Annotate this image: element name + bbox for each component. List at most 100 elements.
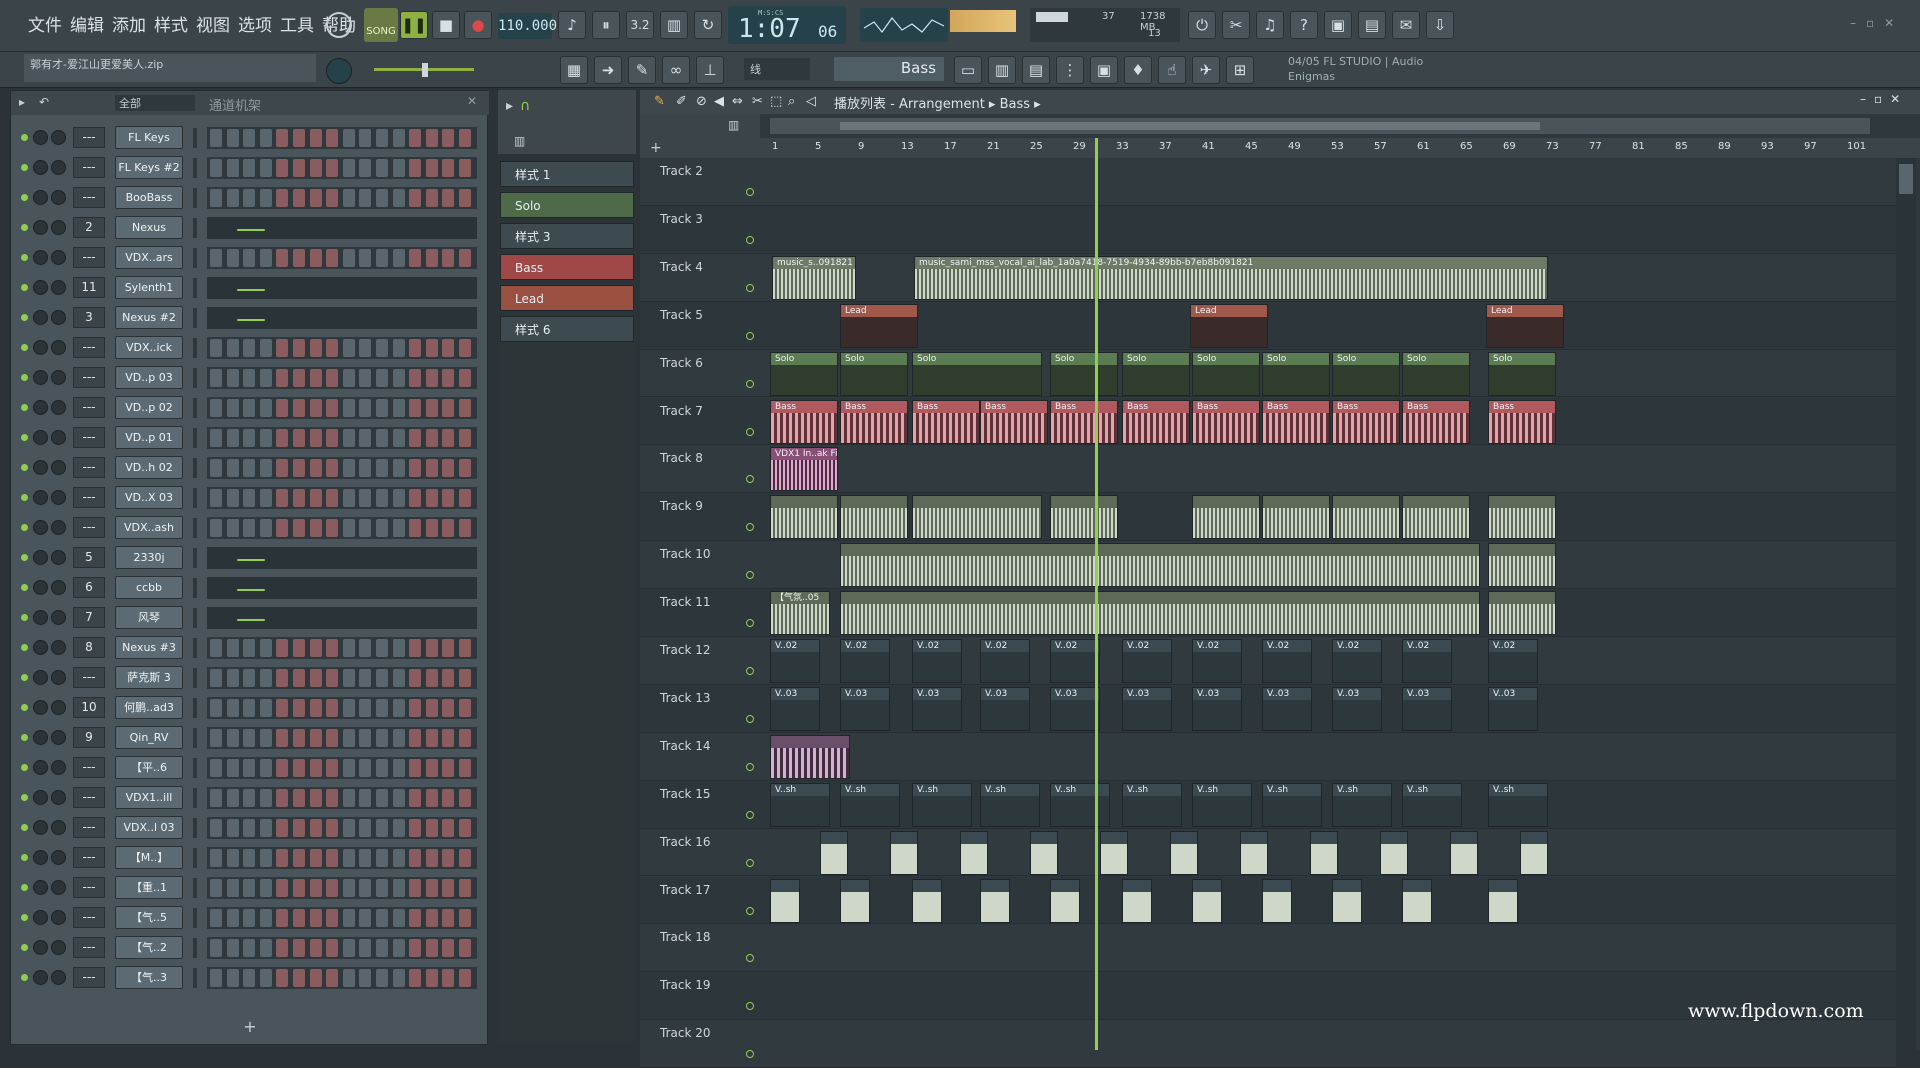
- step-sequence[interactable]: [207, 637, 477, 659]
- step-button[interactable]: [326, 129, 339, 147]
- step-button[interactable]: [243, 339, 256, 357]
- track-label[interactable]: Track 7: [660, 404, 760, 418]
- playlist-clip[interactable]: Bass: [980, 399, 1048, 444]
- magnet-icon[interactable]: ∩: [520, 98, 530, 114]
- step-button[interactable]: [210, 969, 222, 987]
- step-sequence[interactable]: [207, 547, 477, 569]
- step-button[interactable]: [226, 369, 239, 387]
- step-button[interactable]: [342, 429, 355, 447]
- playlist-clip[interactable]: V..sh: [770, 782, 830, 827]
- step-button[interactable]: [392, 159, 405, 177]
- channel-row[interactable]: --- VDX..l 03: [11, 813, 489, 843]
- mixer-route[interactable]: ---: [73, 907, 105, 928]
- channel-select-bar[interactable]: [193, 488, 197, 508]
- window-controls[interactable]: –▫✕: [1850, 16, 1904, 30]
- step-button[interactable]: [342, 939, 355, 957]
- step-button[interactable]: [243, 159, 256, 177]
- mixer-route[interactable]: ---: [73, 427, 105, 448]
- volume-knob[interactable]: [51, 460, 66, 475]
- mixer-route[interactable]: ---: [73, 127, 105, 148]
- volume-knob[interactable]: [51, 640, 66, 655]
- step-button[interactable]: [376, 909, 388, 927]
- volume-knob[interactable]: [51, 370, 66, 385]
- step-button[interactable]: [409, 669, 422, 687]
- track-label[interactable]: Track 2: [660, 164, 760, 178]
- channel-name-button[interactable]: VD..X 03: [115, 486, 183, 509]
- playlist-clip[interactable]: V..03: [840, 686, 890, 731]
- playlist-clip[interactable]: [770, 495, 838, 540]
- volume-knob[interactable]: [51, 190, 66, 205]
- step-button[interactable]: [226, 789, 239, 807]
- track-label[interactable]: Track 10: [660, 547, 760, 561]
- pan-knob[interactable]: [33, 550, 48, 565]
- playlist-clip[interactable]: music_s..091821: [772, 255, 856, 300]
- step-button[interactable]: [359, 189, 372, 207]
- step-button[interactable]: [259, 429, 272, 447]
- step-button[interactable]: [243, 909, 256, 927]
- step-button[interactable]: [409, 639, 422, 657]
- pan-knob[interactable]: [33, 430, 48, 445]
- volume-knob[interactable]: [51, 790, 66, 805]
- step-button[interactable]: [442, 849, 455, 867]
- step-button[interactable]: [243, 969, 256, 987]
- channel-select-bar[interactable]: [193, 458, 197, 478]
- pan-knob[interactable]: [33, 730, 48, 745]
- channel-select-bar[interactable]: [193, 908, 197, 928]
- step-button[interactable]: [259, 249, 272, 267]
- channel-led-icon[interactable]: [21, 284, 28, 291]
- track-label[interactable]: Track 20: [660, 1026, 760, 1040]
- step-button[interactable]: [326, 789, 339, 807]
- step-button[interactable]: [425, 789, 438, 807]
- step-button[interactable]: [342, 369, 355, 387]
- playlist-clip[interactable]: Bass: [840, 399, 908, 444]
- step-button[interactable]: [243, 849, 256, 867]
- step-button[interactable]: [276, 399, 289, 417]
- volume-knob[interactable]: [51, 310, 66, 325]
- step-button[interactable]: [326, 519, 339, 537]
- volume-knob[interactable]: [51, 400, 66, 415]
- step-sequence[interactable]: [207, 967, 477, 989]
- volume-knob[interactable]: [51, 940, 66, 955]
- step-button[interactable]: [342, 399, 355, 417]
- step-button[interactable]: [243, 699, 256, 717]
- playlist-clip[interactable]: V..03: [770, 686, 820, 731]
- channel-name-button[interactable]: 【M..】: [115, 846, 183, 869]
- playlist-clip[interactable]: [960, 830, 988, 875]
- step-button[interactable]: [326, 189, 339, 207]
- track-label[interactable]: Track 14: [660, 739, 760, 753]
- playlist-clip[interactable]: [912, 495, 1042, 540]
- step-button[interactable]: [342, 669, 355, 687]
- step-sequence[interactable]: [207, 337, 477, 359]
- channel-select-bar[interactable]: [193, 368, 197, 388]
- step-button[interactable]: [359, 249, 372, 267]
- step-button[interactable]: [259, 129, 272, 147]
- mixer-route[interactable]: ---: [73, 187, 105, 208]
- step-button[interactable]: [276, 759, 289, 777]
- track-label[interactable]: Track 16: [660, 835, 760, 849]
- playlist-clip[interactable]: [840, 495, 908, 540]
- channel-row[interactable]: 11 Sylenth1: [11, 273, 489, 303]
- channel-select-bar[interactable]: [193, 878, 197, 898]
- step-button[interactable]: [276, 729, 289, 747]
- pan-knob[interactable]: [33, 910, 48, 925]
- step-button[interactable]: [425, 699, 438, 717]
- step-button[interactable]: [442, 639, 455, 657]
- pattern-item[interactable]: Lead: [500, 285, 634, 311]
- playlist-clip[interactable]: V..02: [1402, 639, 1452, 683]
- channel-name-button[interactable]: VDX1..ill: [115, 786, 183, 809]
- mixer-route[interactable]: 8: [73, 637, 105, 658]
- playlist-clip[interactable]: [840, 878, 870, 923]
- channel-row[interactable]: --- VD..p 01: [11, 423, 489, 453]
- step-button[interactable]: [326, 969, 339, 987]
- pan-knob[interactable]: [33, 220, 48, 235]
- playlist-clip[interactable]: V..sh: [912, 782, 972, 827]
- step-button[interactable]: [409, 399, 422, 417]
- pencil-icon[interactable]: ✎: [654, 94, 665, 109]
- step-button[interactable]: [243, 789, 256, 807]
- step-button[interactable]: [309, 699, 322, 717]
- track-label[interactable]: Track 4: [660, 260, 760, 274]
- timeline-overview[interactable]: [770, 118, 1870, 134]
- step-button[interactable]: [442, 129, 455, 147]
- volume-knob[interactable]: [51, 430, 66, 445]
- news-panel[interactable]: 04/05 FL STUDIO | Audio Enigmas: [1288, 54, 1448, 84]
